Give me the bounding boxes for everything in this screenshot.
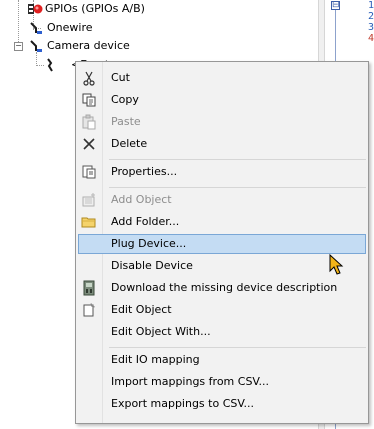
- menu-item-edit-object-with[interactable]: Edit Object With...: [78, 322, 366, 342]
- menu-separator: [109, 187, 366, 188]
- copy-icon: [81, 92, 97, 108]
- device-plug-icon: [28, 20, 44, 36]
- menu-item-download-device-description[interactable]: Download the missing device description: [78, 278, 366, 298]
- menu-item-export-mappings-csv[interactable]: Export mappings to CSV...: [78, 394, 366, 414]
- fold-toggle-icon[interactable]: ⊟: [331, 1, 340, 10]
- tree-item-onewire[interactable]: Onewire: [0, 19, 318, 37]
- menu-item-copy[interactable]: Copy: [78, 90, 366, 110]
- folder-icon: [81, 214, 97, 230]
- menu-item-cut[interactable]: Cut: [78, 68, 366, 88]
- line-number: 2: [367, 11, 374, 22]
- menu-item-disable-device[interactable]: Disable Device: [78, 256, 366, 276]
- menu-item-add-object[interactable]: Add Object: [78, 190, 366, 210]
- menu-item-label: Edit Object With...: [111, 325, 211, 338]
- tree-item-label: Onewire: [47, 21, 93, 34]
- menu-item-label: Disable Device: [111, 259, 193, 272]
- menu-item-plug-device[interactable]: Plug Device...: [78, 234, 366, 254]
- ide-window: GPIOs (GPIOs A/B) Onewire − Camera devic…: [0, 0, 374, 429]
- delete-x-icon: [81, 136, 97, 152]
- menu-item-label: Import mappings from CSV...: [111, 375, 270, 388]
- line-number: 4: [367, 33, 374, 44]
- menu-item-delete[interactable]: Delete: [78, 134, 366, 154]
- menu-separator: [109, 159, 366, 160]
- menu-item-properties[interactable]: Properties...: [78, 162, 366, 182]
- menu-separator: [109, 347, 366, 348]
- menu-item-label: Export mappings to CSV...: [111, 397, 254, 410]
- line-number: 1: [367, 0, 374, 11]
- tree-item-label: GPIOs (GPIOs A/B): [45, 2, 145, 15]
- properties-icon: [81, 164, 97, 180]
- add-object-icon: [81, 192, 97, 208]
- menu-item-edit-io-mapping[interactable]: Edit IO mapping: [78, 350, 366, 370]
- menu-item-label: Copy: [111, 93, 139, 106]
- menu-item-label: Paste: [111, 115, 141, 128]
- tree-item-camera-device[interactable]: − Camera device: [0, 37, 318, 55]
- empty-slot-icon: [44, 57, 60, 73]
- menu-item-label: Download the missing device description: [111, 281, 338, 294]
- menu-item-add-folder[interactable]: Add Folder...: [78, 212, 366, 232]
- menu-item-label: Edit Object: [111, 303, 172, 316]
- menu-item-label: Add Object: [111, 193, 172, 206]
- menu-item-label: Add Folder...: [111, 215, 180, 228]
- download-device-icon: [81, 280, 97, 296]
- paste-icon: [81, 114, 97, 130]
- context-menu: Cut Copy Paste Delete Properties... Add …: [75, 61, 369, 424]
- edit-object-icon: [81, 302, 97, 318]
- mouse-cursor-icon: [329, 253, 345, 276]
- menu-item-edit-object[interactable]: Edit Object: [78, 300, 366, 320]
- menu-item-label: Plug Device...: [111, 237, 187, 250]
- scissors-icon: [81, 70, 97, 86]
- gpio-module-icon: [27, 1, 43, 17]
- menu-item-label: Delete: [111, 137, 148, 150]
- menu-item-import-mappings-csv[interactable]: Import mappings from CSV...: [78, 372, 366, 392]
- device-plug-icon: [28, 38, 44, 54]
- tree-item-label: Camera device: [47, 39, 130, 52]
- line-number: 3: [367, 22, 374, 33]
- menu-item-label: Properties...: [111, 165, 178, 178]
- tree-item-gpios[interactable]: GPIOs (GPIOs A/B): [0, 0, 318, 18]
- menu-item-paste[interactable]: Paste: [78, 112, 366, 132]
- menu-item-label: Edit IO mapping: [111, 353, 200, 366]
- menu-item-label: Cut: [111, 71, 130, 84]
- collapse-icon[interactable]: −: [14, 42, 23, 51]
